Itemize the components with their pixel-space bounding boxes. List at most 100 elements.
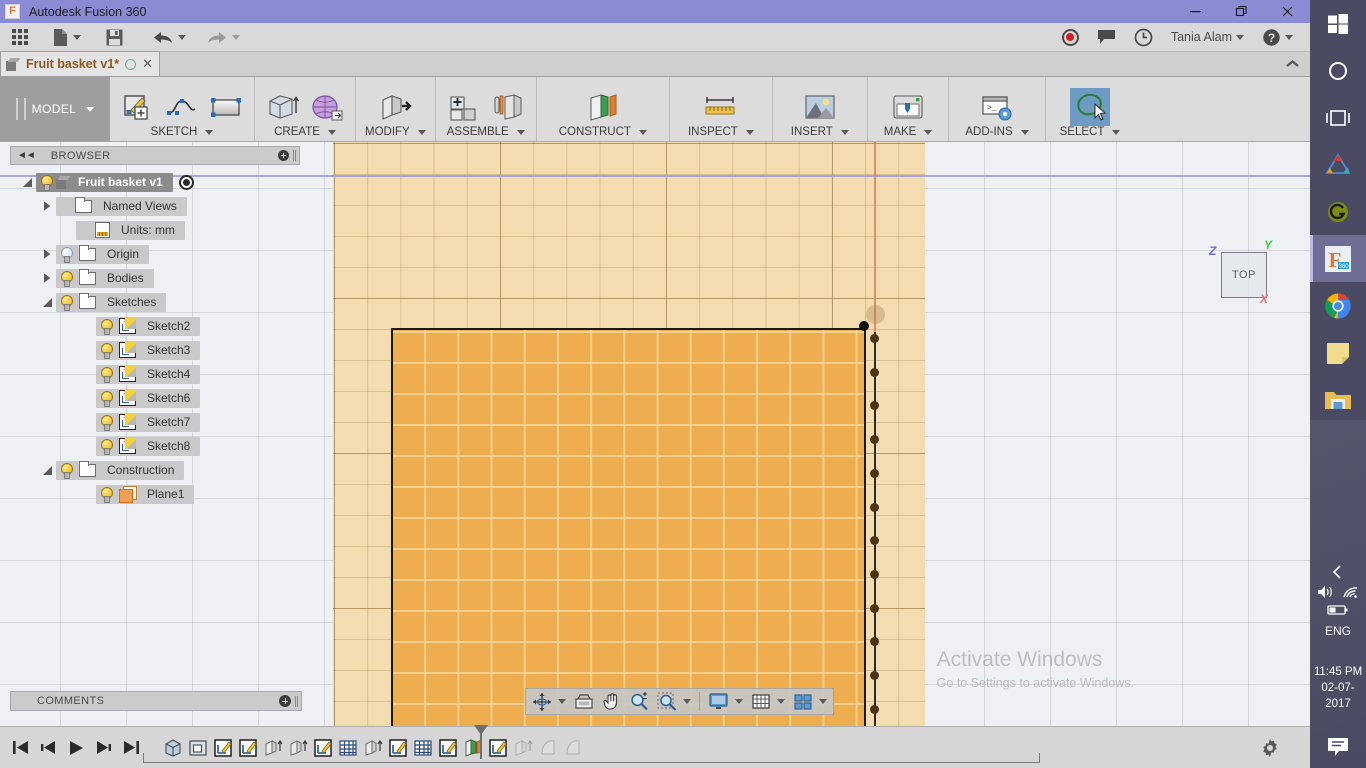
wifi-icon[interactable] xyxy=(1342,584,1360,600)
tray-expand-icon[interactable] xyxy=(1331,564,1345,580)
visibility-bulb-icon[interactable] xyxy=(58,270,74,287)
display-settings-button[interactable] xyxy=(705,690,746,713)
maximize-button[interactable] xyxy=(1218,0,1264,23)
sketch-point[interactable] xyxy=(870,502,879,512)
volume-icon[interactable] xyxy=(1316,584,1335,600)
ribbon-group-label-addins[interactable]: ADD-INS xyxy=(965,126,1029,139)
browser-node-chip[interactable]: Plane1 xyxy=(96,484,195,504)
browser-collapse-icon[interactable]: ◄◄ xyxy=(17,150,36,161)
start-button[interactable] xyxy=(1310,0,1366,47)
new-file-button[interactable] xyxy=(46,23,87,52)
ribbon-group-label-assemble[interactable]: ASSEMBLE xyxy=(447,126,525,139)
rectangle-icon[interactable] xyxy=(207,90,245,126)
viewports-button[interactable] xyxy=(790,691,830,713)
sketch-point[interactable] xyxy=(870,603,879,613)
app-grid-icon[interactable] xyxy=(6,23,34,52)
activate-component-radio[interactable] xyxy=(178,174,194,190)
close-button[interactable] xyxy=(1264,0,1310,23)
visibility-bulb-icon[interactable] xyxy=(98,390,114,407)
browser-node-chip[interactable]: ✕ Sketch4 xyxy=(96,364,201,384)
expand-arrow-icon[interactable] xyxy=(38,273,56,283)
expand-arrow-icon[interactable] xyxy=(38,249,56,259)
joint-icon[interactable] xyxy=(489,90,527,126)
revolve-icon[interactable] xyxy=(308,90,346,126)
visibility-bulb-icon[interactable] xyxy=(98,438,114,455)
ribbon-group-label-select[interactable]: SELECT xyxy=(1060,126,1121,139)
taskbar-clock[interactable]: 11:45 PM 02-07-2017 xyxy=(1310,664,1366,712)
sketch-point[interactable] xyxy=(870,704,879,714)
task-view[interactable] xyxy=(1310,94,1366,141)
collapse-arrow-icon[interactable] xyxy=(18,177,36,187)
user-account-button[interactable]: Tania Alam xyxy=(1162,23,1253,52)
insert-image-icon[interactable] xyxy=(801,90,839,126)
press-pull-icon[interactable] xyxy=(376,90,414,126)
create-sketch-icon[interactable] xyxy=(119,90,157,126)
browser-node[interactable]: ✕ Sketch7 xyxy=(10,410,302,434)
timeline-settings-button[interactable] xyxy=(1260,738,1280,758)
sketch-point[interactable] xyxy=(870,334,879,343)
zoom-window-button[interactable] xyxy=(654,690,694,714)
ribbon-group-label-make[interactable]: MAKE xyxy=(884,126,933,139)
visibility-bulb-icon[interactable] xyxy=(98,318,114,335)
grid-snap-button[interactable] xyxy=(748,691,788,713)
minimize-button[interactable] xyxy=(1172,0,1218,23)
sketch-point[interactable] xyxy=(870,569,879,579)
workspace-switcher[interactable]: MODEL xyxy=(0,77,110,141)
measure-icon[interactable] xyxy=(701,90,741,126)
jump-to-end-icon[interactable] xyxy=(123,740,140,755)
comments-button[interactable] xyxy=(1088,23,1125,52)
browser-node[interactable]: Plane1 xyxy=(10,482,302,506)
pan-button[interactable] xyxy=(599,690,624,714)
browser-node[interactable]: ✕ Sketch4 xyxy=(10,362,302,386)
ribbon-group-label-construct[interactable]: CONSTRUCT xyxy=(559,126,647,139)
undo-button[interactable] xyxy=(146,23,192,52)
job-status-button[interactable] xyxy=(1125,23,1162,52)
orbit-button[interactable] xyxy=(529,690,569,714)
play-icon[interactable] xyxy=(68,740,84,756)
browser-node-chip[interactable]: Units: mm xyxy=(76,220,185,240)
visibility-bulb-icon[interactable] xyxy=(98,342,114,359)
sketch-point[interactable] xyxy=(870,367,879,377)
cortana-search[interactable] xyxy=(1310,47,1366,94)
step-forward-icon[interactable] xyxy=(95,740,112,755)
redo-button[interactable] xyxy=(200,23,246,52)
origin-point-marker[interactable] xyxy=(866,305,885,324)
browser-node-chip[interactable]: Origin xyxy=(56,244,150,264)
sketch-point[interactable] xyxy=(870,671,879,680)
visibility-bulb-icon[interactable] xyxy=(58,462,74,479)
timeline-track[interactable] xyxy=(143,753,1040,763)
new-component-icon[interactable] xyxy=(445,90,483,126)
spline-icon[interactable] xyxy=(163,90,201,126)
autodesk-app[interactable] xyxy=(1310,141,1366,188)
browser-node[interactable]: Bodies xyxy=(10,266,302,290)
extrude-icon[interactable] xyxy=(264,90,302,126)
battery-icon[interactable] xyxy=(1327,604,1349,616)
browser-node-chip[interactable]: Sketches xyxy=(56,292,167,312)
action-center-button[interactable] xyxy=(1310,736,1366,758)
offset-plane-icon[interactable] xyxy=(584,90,622,126)
fusion360-app[interactable]: F 360 xyxy=(1310,235,1366,282)
zoom-button[interactable] xyxy=(626,690,652,714)
browser-node-chip[interactable]: ✕ Sketch2 xyxy=(96,316,201,336)
help-button[interactable]: ? xyxy=(1253,23,1302,52)
browser-node-chip[interactable]: Fruit basket v1 xyxy=(36,172,173,192)
grammarly-app[interactable] xyxy=(1310,188,1366,235)
select-lasso-icon[interactable] xyxy=(1070,88,1110,126)
step-back-icon[interactable] xyxy=(40,740,57,755)
browser-resize-grip[interactable] xyxy=(293,150,296,161)
collapse-ribbon-button[interactable] xyxy=(1274,51,1310,76)
ribbon-group-label-sketch[interactable]: SKETCH xyxy=(151,126,214,139)
sketch-point[interactable] xyxy=(870,468,879,478)
visibility-bulb-icon[interactable] xyxy=(98,414,114,431)
record-button[interactable] xyxy=(1053,23,1088,52)
add-comment-icon[interactable] xyxy=(279,695,291,707)
scripts-addins-icon[interactable]: >_ xyxy=(978,90,1016,126)
browser-node-chip[interactable]: ✕ Sketch8 xyxy=(96,436,201,456)
file-explorer-app[interactable] xyxy=(1310,376,1366,423)
browser-node[interactable]: Sketch3 xyxy=(10,338,302,362)
visibility-bulb-icon[interactable] xyxy=(98,366,114,383)
browser-node[interactable]: Fruit basket v1 xyxy=(10,170,302,194)
browser-node-chip[interactable]: Construction xyxy=(56,460,185,480)
sketch-corner-point[interactable] xyxy=(859,321,869,331)
visibility-bulb-icon[interactable] xyxy=(58,294,74,311)
